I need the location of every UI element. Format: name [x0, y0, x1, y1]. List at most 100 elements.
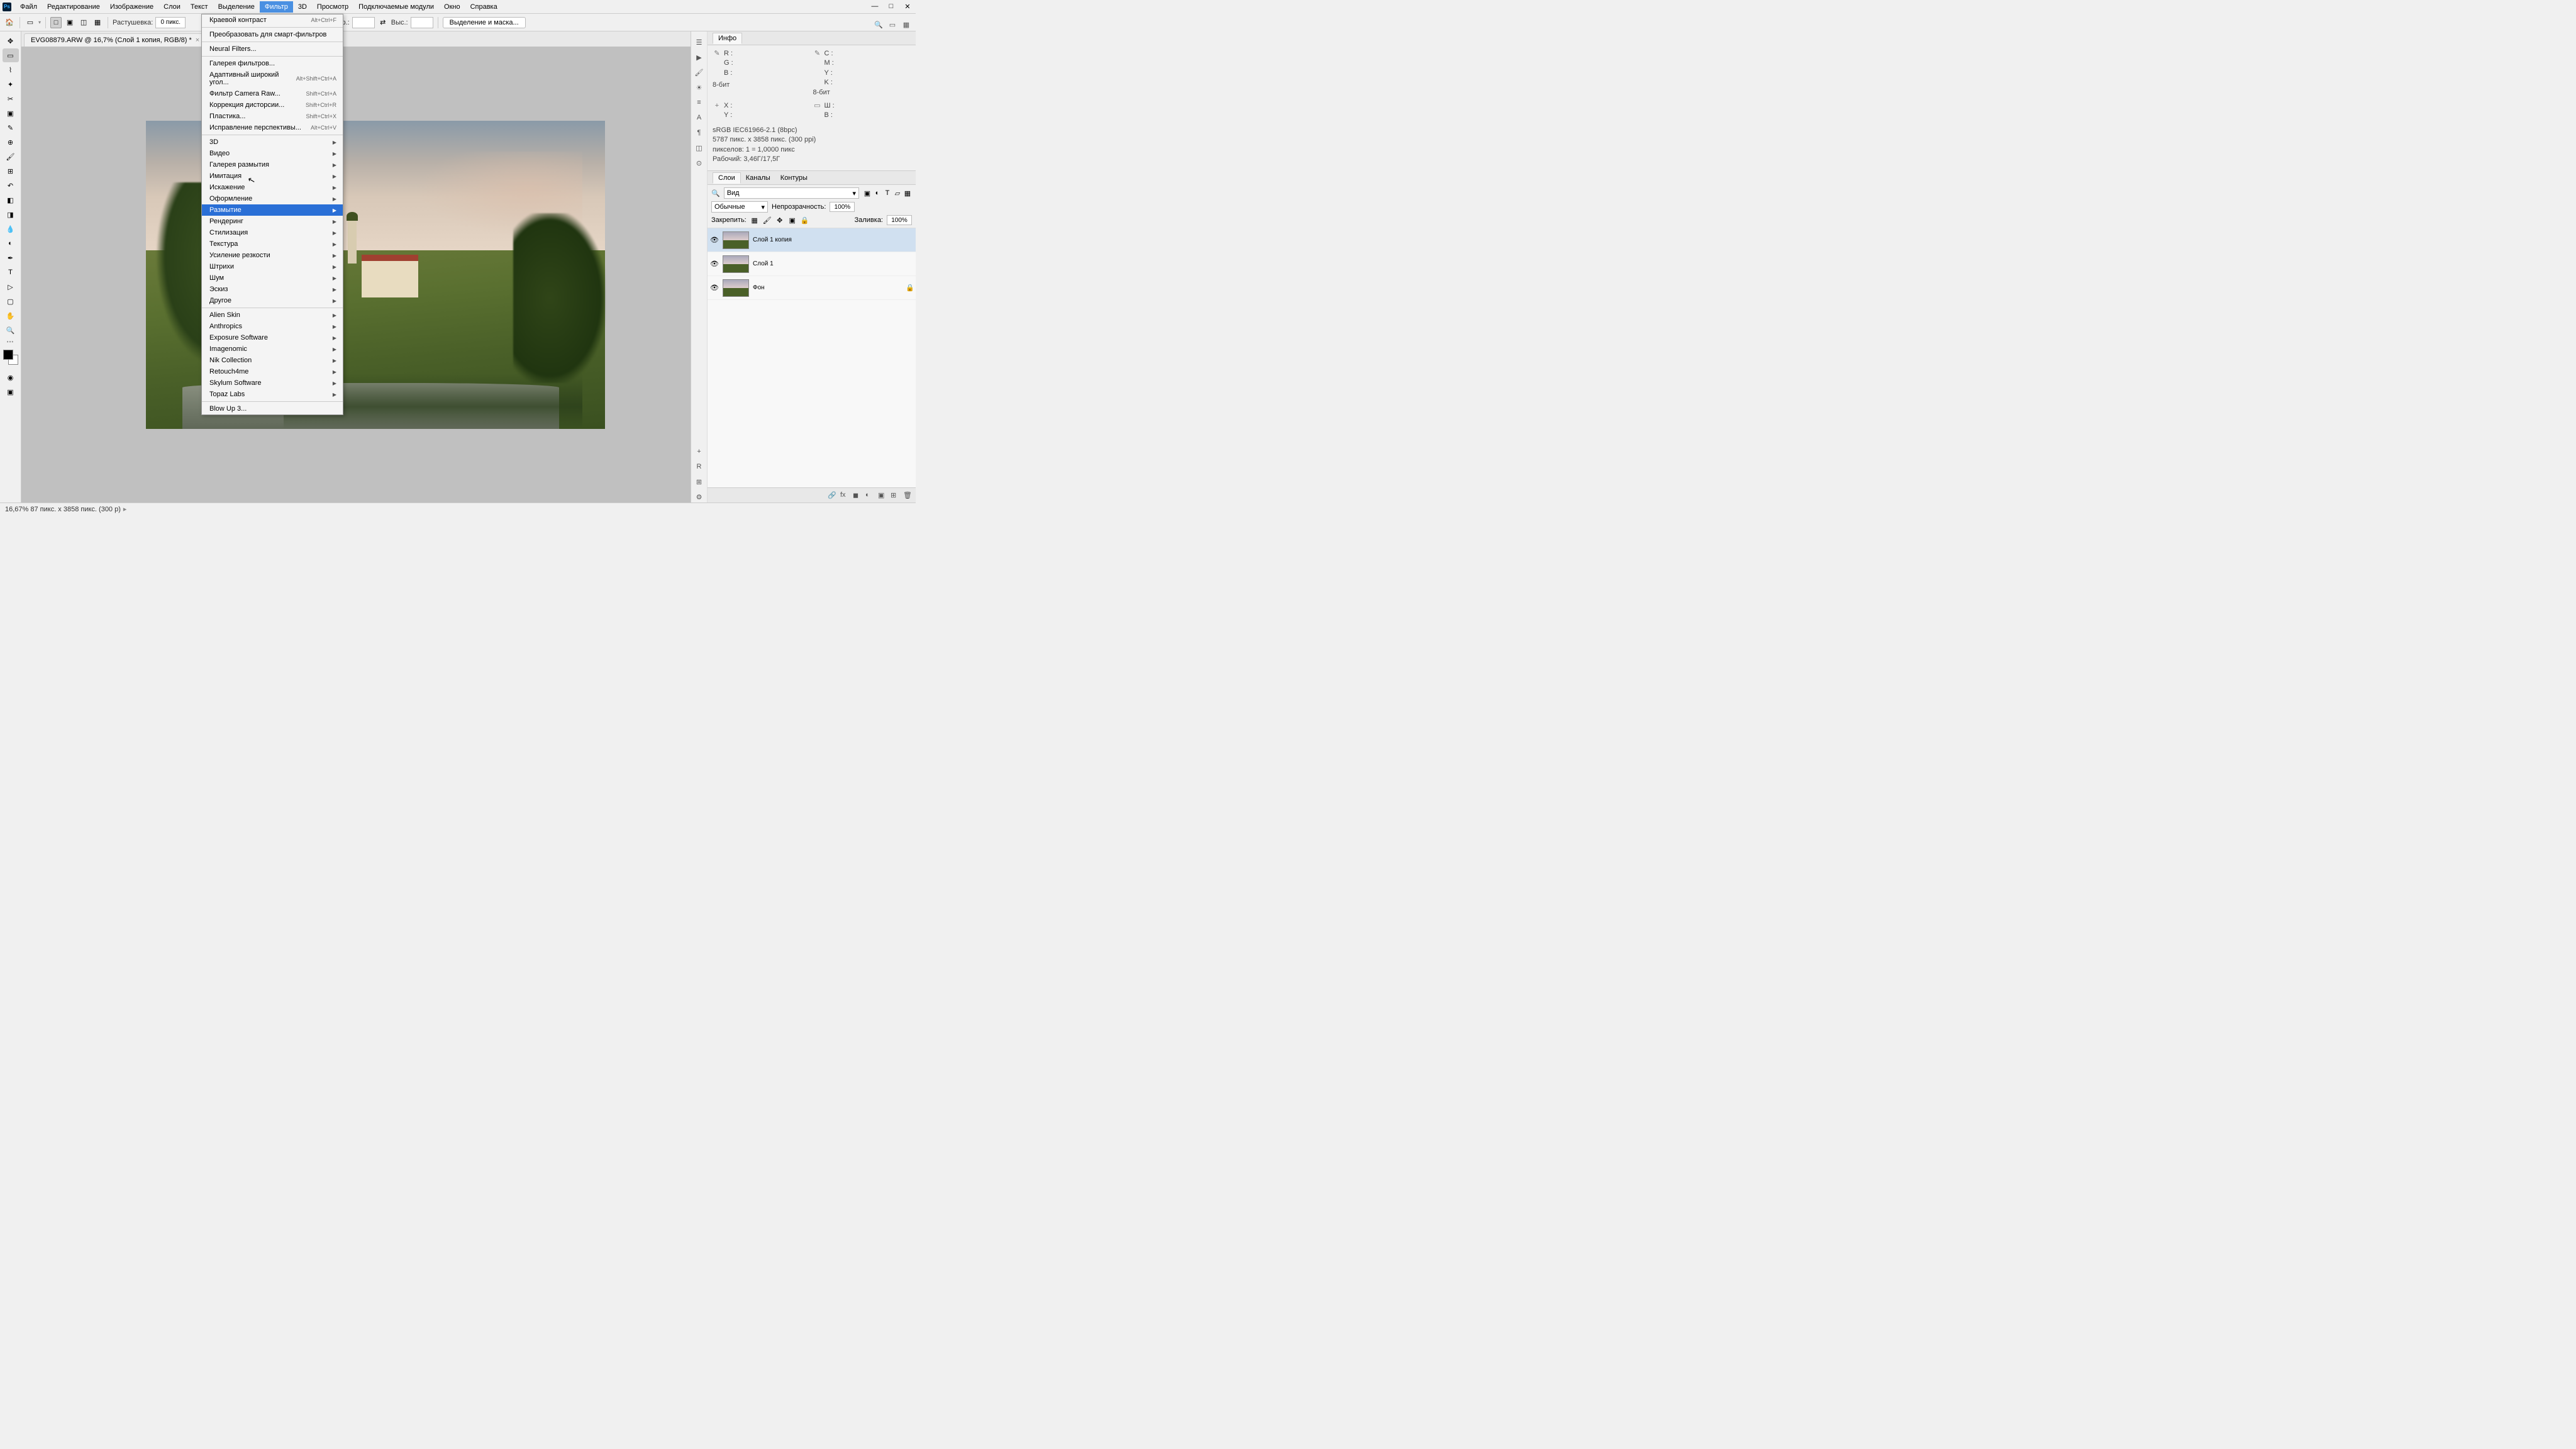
lock-transparent-icon[interactable]: ▦: [750, 216, 759, 225]
info-tab[interactable]: Инфо: [713, 33, 742, 44]
menu-item-imagenomic[interactable]: Imagenomic▶: [202, 343, 343, 355]
minimize-button[interactable]: —: [867, 0, 883, 13]
menu-item-видео[interactable]: Видео▶: [202, 148, 343, 159]
fg-color[interactable]: [3, 350, 13, 360]
menu-item-искажение[interactable]: Искажение▶: [202, 182, 343, 193]
maximize-button[interactable]: □: [883, 0, 899, 13]
opacity-input[interactable]: [830, 202, 855, 212]
menu-item-размытие[interactable]: Размытие▶: [202, 204, 343, 216]
lock-artboard-icon[interactable]: ▣: [788, 216, 797, 225]
menu-item-topaz-labs[interactable]: Topaz Labs▶: [202, 389, 343, 400]
lock-all-icon[interactable]: 🔒: [801, 216, 809, 225]
edit-toolbar-icon[interactable]: •••: [3, 338, 19, 345]
menu-item-nik-collection[interactable]: Nik Collection▶: [202, 355, 343, 366]
menu-item-retouch4me[interactable]: Retouch4me▶: [202, 366, 343, 377]
menu-изображение[interactable]: Изображение: [105, 1, 158, 13]
height-input[interactable]: [411, 17, 433, 28]
gradient-tool[interactable]: ◨: [3, 208, 19, 221]
menu-item-штрихи[interactable]: Штрихи▶: [202, 261, 343, 272]
eraser-tool[interactable]: ◧: [3, 193, 19, 207]
menu-item-шум[interactable]: Шум▶: [202, 272, 343, 284]
filter-type-icon[interactable]: T: [883, 189, 892, 197]
layer-row[interactable]: 👁Слой 1 копия: [708, 228, 916, 252]
menu-текст[interactable]: Текст: [186, 1, 213, 13]
menu-item-alien-skin[interactable]: Alien Skin▶: [202, 309, 343, 321]
quick-mask-icon[interactable]: ◉: [3, 370, 19, 384]
paragraph-panel-icon[interactable]: ¶: [694, 127, 705, 138]
visibility-icon[interactable]: 👁: [710, 284, 719, 292]
width-input[interactable]: [352, 17, 375, 28]
layer-thumbnail[interactable]: [723, 279, 749, 297]
brush-tool[interactable]: 🖌: [3, 150, 19, 164]
channels-tab[interactable]: Каналы: [741, 173, 775, 183]
menu-item-эскиз[interactable]: Эскиз▶: [202, 284, 343, 295]
clone-panel-icon[interactable]: ⊞: [694, 476, 705, 487]
adjustment-icon[interactable]: ◐: [865, 491, 874, 500]
menu-справка[interactable]: Справка: [465, 1, 502, 13]
screen-mode-icon[interactable]: ▭: [887, 19, 898, 30]
zoom-tool[interactable]: 🔍: [3, 323, 19, 337]
menu-item-краевой-контраст[interactable]: Краевой контрастAlt+Ctrl+F: [202, 14, 343, 26]
filter-smart-icon[interactable]: ▦: [903, 189, 912, 197]
menu-item-neural-filters---[interactable]: Neural Filters...: [202, 43, 343, 55]
actions-panel-icon[interactable]: ▶: [694, 52, 705, 63]
new-selection-icon[interactable]: □: [50, 17, 62, 28]
doc-tab[interactable]: EVG08879.ARW @ 16,7% (Слой 1 копия, RGB/…: [24, 33, 206, 47]
menu-item-skylum-software[interactable]: Skylum Software▶: [202, 377, 343, 389]
marquee-tool[interactable]: ▭: [3, 48, 19, 62]
shape-tool[interactable]: ▢: [3, 294, 19, 308]
adjustments-panel-icon[interactable]: ☀: [694, 82, 705, 93]
history-panel-icon[interactable]: ☰: [694, 36, 705, 48]
menu-item-усиление-резкости[interactable]: Усиление резкости▶: [202, 250, 343, 261]
subtract-selection-icon[interactable]: ◫: [78, 17, 89, 28]
menu-item-стилизация[interactable]: Стилизация▶: [202, 227, 343, 238]
menu-item-галерея-фильтров---[interactable]: Галерея фильтров...: [202, 58, 343, 69]
settings-panel-icon[interactable]: ⚙: [694, 491, 705, 502]
menu-item-другое[interactable]: Другое▶: [202, 295, 343, 306]
layers-tab[interactable]: Слои: [713, 172, 741, 184]
mask-icon[interactable]: ◼: [853, 491, 862, 500]
menu-item-anthropics[interactable]: Anthropics▶: [202, 321, 343, 332]
type-tool[interactable]: T: [3, 265, 19, 279]
ruler-panel-icon[interactable]: R: [694, 461, 705, 472]
visibility-icon[interactable]: 👁: [710, 236, 719, 245]
menu-item-оформление[interactable]: Оформление▶: [202, 193, 343, 204]
menu-item-коррекция-дисторсии---[interactable]: Коррекция дисторсии...Shift+Ctrl+R: [202, 99, 343, 111]
history-brush-tool[interactable]: ↶: [3, 179, 19, 192]
layer-row[interactable]: 👁Слой 1: [708, 252, 916, 276]
new-layer-icon[interactable]: ⊞: [891, 491, 899, 500]
menu-item-исправление-перспективы---[interactable]: Исправление перспективы...Alt+Ctrl+V: [202, 122, 343, 133]
screen-mode-tool-icon[interactable]: ▣: [3, 385, 19, 399]
layer-row[interactable]: 👁Фон🔒: [708, 276, 916, 300]
menu-item-рендеринг[interactable]: Рендеринг▶: [202, 216, 343, 227]
menu-выделение[interactable]: Выделение: [213, 1, 260, 13]
menu-3d[interactable]: 3D: [293, 1, 312, 13]
menu-файл[interactable]: Файл: [15, 1, 42, 13]
menu-item-галерея-размытия[interactable]: Галерея размытия▶: [202, 159, 343, 170]
menu-item-фильтр-camera-raw---[interactable]: Фильтр Camera Raw...Shift+Ctrl+A: [202, 88, 343, 99]
home-icon[interactable]: 🏠: [4, 17, 15, 28]
plus-panel-icon[interactable]: +: [694, 446, 705, 457]
heal-tool[interactable]: ⊕: [3, 135, 19, 149]
lasso-tool[interactable]: ⌇: [3, 63, 19, 77]
layer-thumbnail[interactable]: [723, 231, 749, 249]
character-panel-icon[interactable]: A: [694, 112, 705, 123]
eyedropper-tool[interactable]: ✎: [3, 121, 19, 135]
timeline-panel-icon[interactable]: ⊙: [694, 157, 705, 169]
menu-item-blow-up-3---[interactable]: Blow Up 3...: [202, 403, 343, 414]
brush-panel-icon[interactable]: 🖌: [694, 67, 705, 78]
crop-tool[interactable]: ✂: [3, 92, 19, 106]
add-selection-icon[interactable]: ▣: [64, 17, 75, 28]
menu-просмотр[interactable]: Просмотр: [312, 1, 353, 13]
menu-подключаемые модули[interactable]: Подключаемые модули: [353, 1, 439, 13]
menu-item-преобразовать-для-смарт-фильтров[interactable]: Преобразовать для смарт-фильтров: [202, 29, 343, 40]
dodge-tool[interactable]: ◐: [3, 236, 19, 250]
delete-layer-icon[interactable]: 🗑: [903, 491, 912, 500]
selection-mode-icon[interactable]: ▭: [25, 17, 36, 28]
move-tool[interactable]: ✥: [3, 34, 19, 48]
filter-adj-icon[interactable]: ◐: [873, 189, 882, 197]
menu-редактирование[interactable]: Редактирование: [42, 1, 105, 13]
paths-tab[interactable]: Контуры: [775, 173, 813, 183]
menu-item-exposure-software[interactable]: Exposure Software▶: [202, 332, 343, 343]
blur-tool[interactable]: 💧: [3, 222, 19, 236]
